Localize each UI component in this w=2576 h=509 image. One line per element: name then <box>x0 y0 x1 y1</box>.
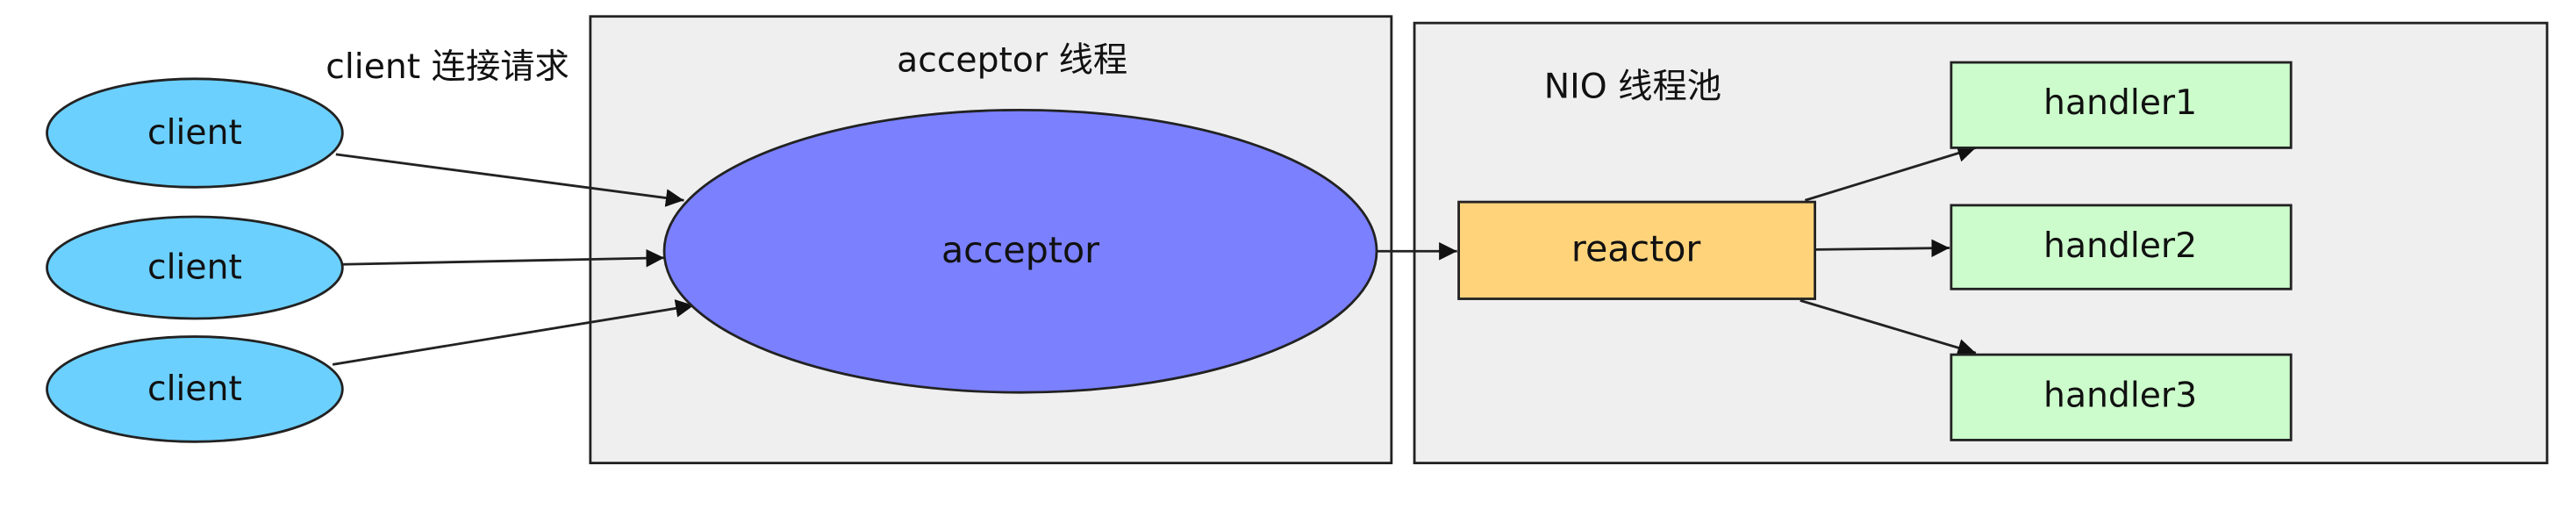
handler-label: handler2 <box>2043 226 2197 266</box>
client-label: client <box>147 247 242 287</box>
client-node: client <box>46 215 344 320</box>
reactor-to-handler2-arrow <box>1814 239 1950 258</box>
handler-label: handler3 <box>2043 376 2197 415</box>
reactor-label: reactor <box>1571 227 1701 269</box>
client-label: client <box>147 369 242 409</box>
acceptor-label: acceptor <box>941 229 1099 271</box>
nio-pool-label: NIO 线程池 <box>1544 68 1721 107</box>
reactor-node: reactor <box>1457 200 1816 300</box>
client-node: client <box>46 335 344 443</box>
reactor-diagram: client 连接请求 acceptor 线程 NIO 线程池 client c… <box>46 15 2549 465</box>
acceptor-node: acceptor <box>662 108 1378 394</box>
client-node: client <box>46 77 344 189</box>
handler-node: handler1 <box>1950 61 2293 149</box>
handler-label: handler1 <box>2043 83 2197 123</box>
client-label: client <box>147 113 242 153</box>
handler-node: handler2 <box>1950 204 2293 290</box>
client-request-label: client 连接请求 <box>326 47 569 87</box>
acceptor-thread-label: acceptor 线程 <box>897 41 1127 81</box>
handler-node: handler3 <box>1950 353 2293 441</box>
